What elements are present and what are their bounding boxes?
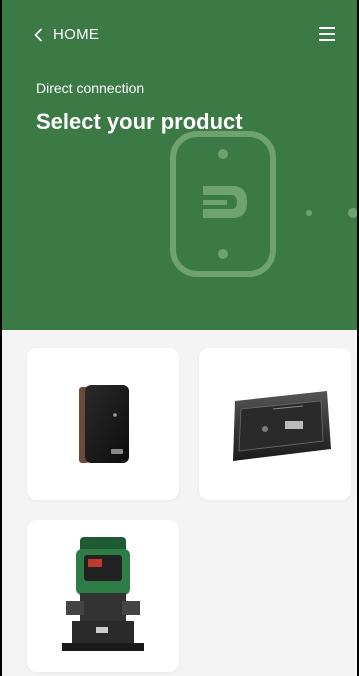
page-subtitle: Direct connection xyxy=(36,80,145,96)
chevron-left-icon xyxy=(34,27,43,42)
control-panel-device-icon xyxy=(233,391,331,461)
back-home-label: HOME xyxy=(53,26,100,43)
bluetooth-device-icon xyxy=(170,131,357,277)
booster-pump-icon xyxy=(62,537,144,651)
product-card-control-panel[interactable] xyxy=(199,348,351,500)
back-home-button[interactable]: HOME xyxy=(34,26,99,43)
hamburger-menu-icon xyxy=(319,27,335,41)
app-frame: HOME Direct connection Select your produ… xyxy=(0,0,359,676)
product-card-pump[interactable] xyxy=(27,520,179,672)
wall-mounted-controller-icon xyxy=(79,385,129,463)
header: HOME Direct connection Select your produ… xyxy=(2,0,357,330)
menu-button[interactable] xyxy=(317,24,337,44)
product-card-controller[interactable] xyxy=(27,348,179,500)
